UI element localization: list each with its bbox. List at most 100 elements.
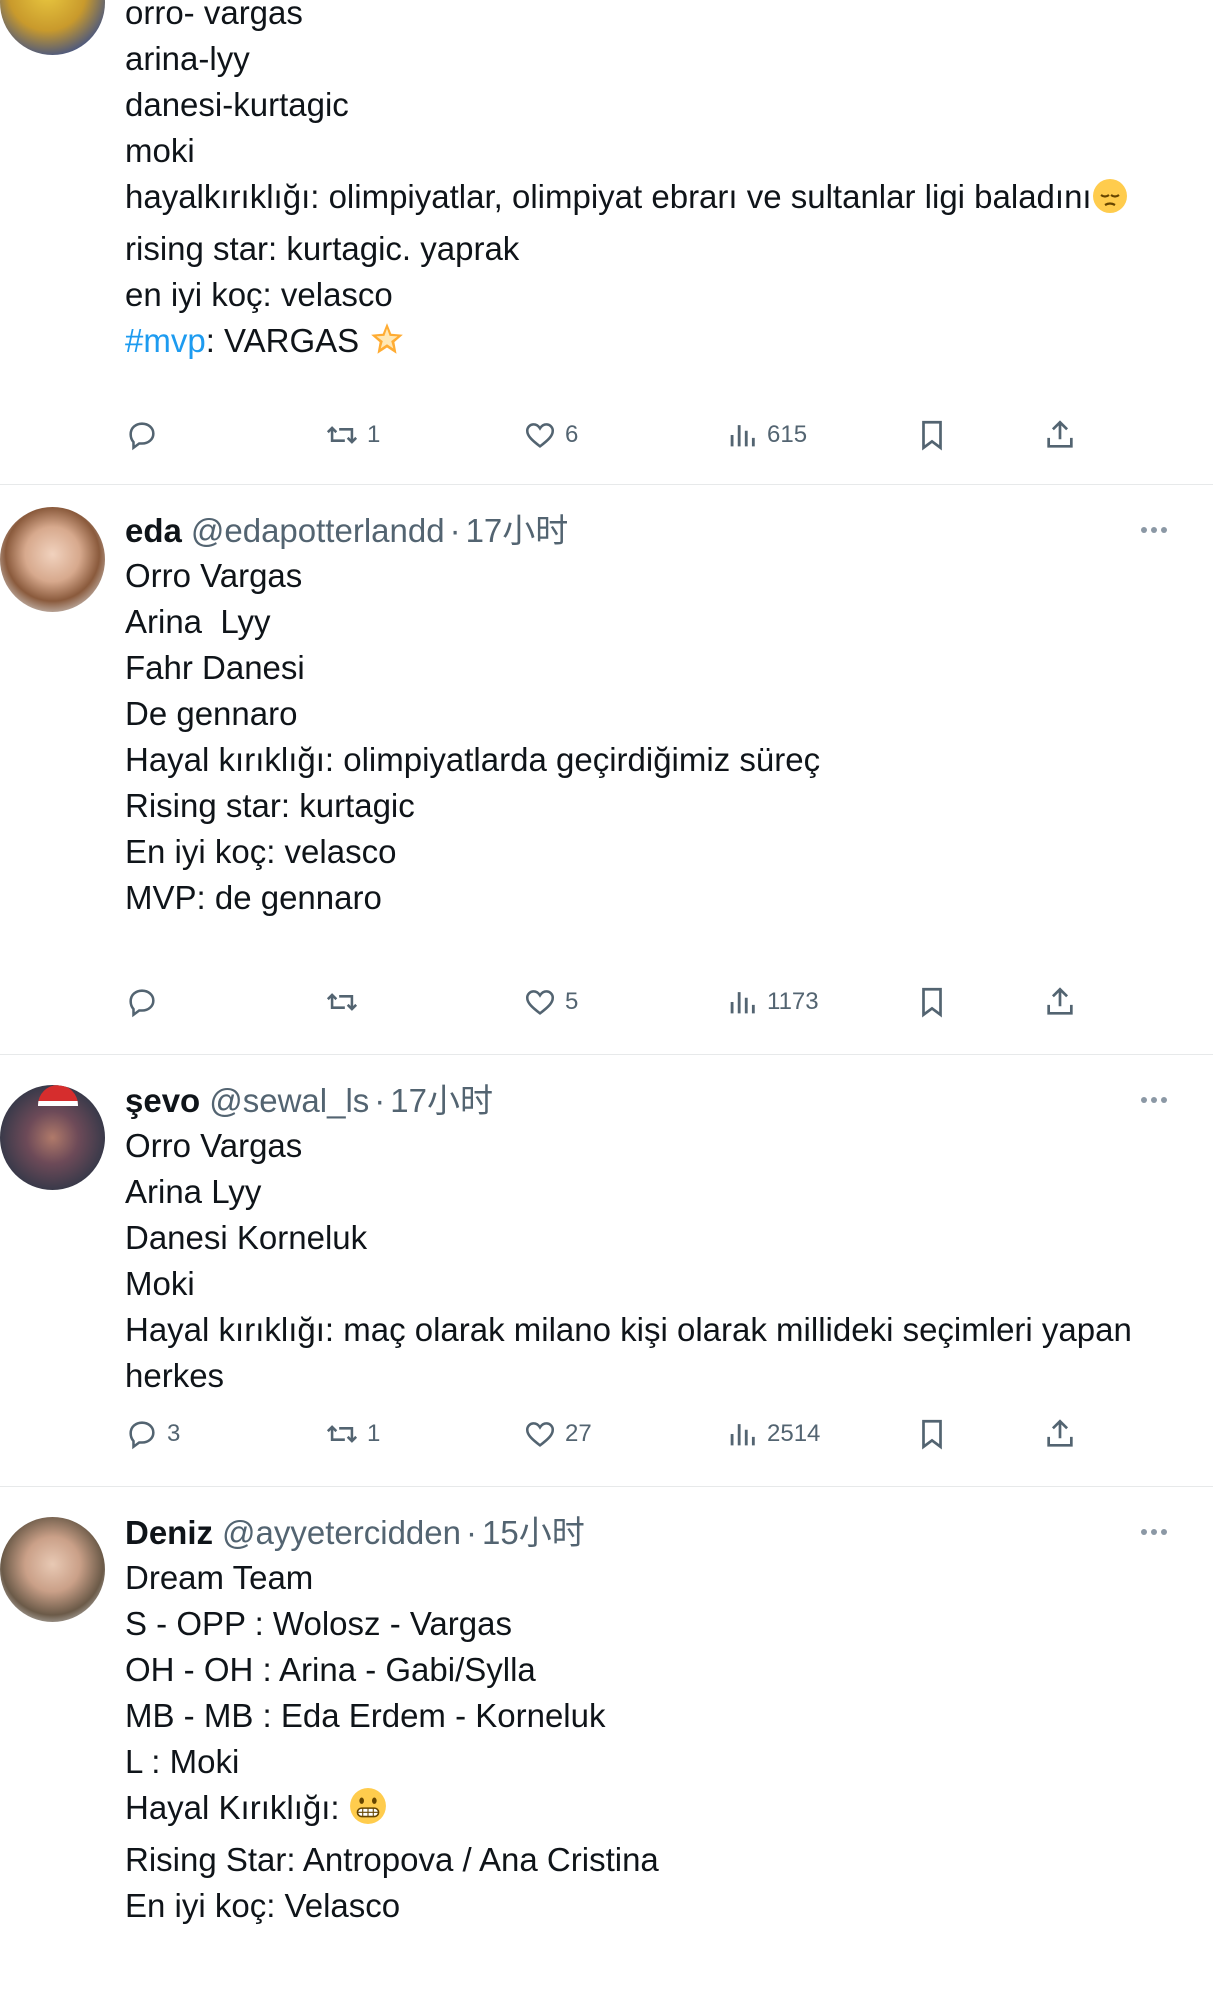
reply-button[interactable]: 3	[125, 1417, 180, 1451]
share-button[interactable]	[1043, 418, 1077, 452]
author-name[interactable]: eda	[125, 509, 182, 553]
tweet-body: Dream Team S - OPP : Wolosz - Vargas OH …	[125, 1555, 1173, 1929]
share-button[interactable]	[1043, 1417, 1077, 1451]
tweet-line: Dream Team	[125, 1559, 314, 1596]
hashtag-link[interactable]: #mvp	[125, 322, 206, 359]
timestamp[interactable]: 17小时	[390, 1079, 493, 1123]
tweet-line: Rising star: kurtagic	[125, 787, 415, 824]
tweet-line: MB - MB : Eda Erdem - Korneluk	[125, 1697, 606, 1734]
share-button[interactable]	[1043, 985, 1077, 1019]
like-count: 5	[565, 988, 579, 1015]
tweet-1[interactable]: orro- vargas arina-lyy danesi-kurtagic m…	[0, 0, 1213, 485]
like-button[interactable]: 5	[523, 985, 578, 1019]
timestamp[interactable]: 17小时	[466, 509, 569, 553]
tweet-line: S - OPP : Wolosz - Vargas	[125, 1605, 512, 1642]
avatar[interactable]	[0, 1517, 105, 1622]
tweet-line: Hayal kırıklığı: olimpiyatlarda geçirdiğ…	[125, 741, 821, 778]
tweet-line: Moki	[125, 1265, 195, 1302]
tweet-line: herkes	[125, 1357, 225, 1394]
bookmark-icon	[922, 420, 942, 451]
views-button[interactable]: 1173	[725, 985, 819, 1019]
bookmark-button[interactable]	[915, 418, 949, 452]
pensive-face-emoji-icon	[1092, 178, 1128, 226]
tweet-4[interactable]: Deniz @ayyetercidden · 15小时 Dream Team S…	[0, 1487, 1213, 1992]
author-name[interactable]: şevo	[125, 1079, 200, 1123]
retweet-button[interactable]: 1	[325, 418, 380, 452]
avatar[interactable]	[0, 1085, 105, 1190]
tweet-line: Orro Vargas	[125, 1127, 303, 1164]
tweet-line: L : Moki	[125, 1743, 240, 1780]
retweet-button[interactable]	[325, 985, 367, 1019]
views-button[interactable]: 615	[725, 418, 807, 452]
tweet-line: Rising Star: Antropova / Ana Cristina	[125, 1841, 659, 1878]
like-count: 27	[565, 1420, 592, 1447]
tweet-line: arina-lyy	[125, 40, 250, 77]
tweet-body: orro- vargas arina-lyy danesi-kurtagic m…	[125, 0, 1173, 370]
avatar[interactable]	[0, 0, 105, 55]
santa-hat-icon	[38, 1085, 78, 1106]
glowing-star-emoji-icon	[368, 320, 406, 370]
more-dots-icon[interactable]	[1141, 525, 1173, 535]
reply-icon	[129, 1421, 155, 1450]
reply-icon	[129, 989, 155, 1018]
reply-button[interactable]	[125, 985, 167, 1019]
tweet-header: şevo @sewal_ls · 17小时	[125, 1079, 1173, 1123]
views-chart-icon	[730, 992, 755, 1014]
tweet-line: en iyi koç: velasco	[125, 276, 393, 313]
more-dots-icon[interactable]	[1141, 1527, 1173, 1537]
tweet-line: moki	[125, 132, 195, 169]
reply-button[interactable]	[125, 418, 167, 452]
tweet-line: hayalkırıklığı: olimpiyatlar, olimpiyat …	[125, 174, 1173, 226]
like-button[interactable]: 27	[523, 1417, 592, 1451]
tweet-line: rising star: kurtagic. yaprak	[125, 230, 520, 267]
grimacing-face-emoji-icon	[349, 1787, 387, 1837]
share-icon	[1047, 987, 1073, 1015]
tweet-line: Fahr Danesi	[125, 649, 305, 686]
like-button[interactable]: 6	[523, 418, 578, 452]
tweet-header: eda @edapotterlandd · 17小时	[125, 509, 1173, 553]
share-icon	[1047, 420, 1073, 448]
separator-dot: ·	[374, 1082, 386, 1119]
author-handle[interactable]: @ayyetercidden	[222, 1511, 461, 1555]
tweet-line: Orro Vargas	[125, 557, 303, 594]
bookmark-icon	[922, 1419, 942, 1450]
reply-icon	[129, 422, 155, 451]
bookmark-button[interactable]	[915, 1417, 949, 1451]
tweet-body: Orro Vargas Arina Lyy Danesi Korneluk Mo…	[125, 1123, 1173, 1399]
tweet-line: #mvp: VARGAS	[125, 318, 1173, 370]
views-button[interactable]: 2514	[725, 1417, 820, 1451]
views-chart-icon	[730, 1424, 755, 1446]
tweet-3[interactable]: şevo @sewal_ls · 17小时 Orro Vargas Arina …	[0, 1055, 1213, 1487]
timestamp[interactable]: 15小时	[482, 1511, 585, 1555]
tweet-line: danesi-kurtagic	[125, 86, 349, 123]
heart-icon	[525, 990, 555, 1015]
tweet-2[interactable]: eda @edapotterlandd · 17小时 Orro Vargas A…	[0, 485, 1213, 1055]
bookmark-icon	[922, 987, 942, 1018]
views-count: 615	[767, 421, 808, 448]
tweet-header: Deniz @ayyetercidden · 15小时	[125, 1511, 1173, 1555]
bookmark-button[interactable]	[915, 985, 949, 1019]
tweet-line: Hayal Kırıklığı:	[125, 1785, 1173, 1837]
tweet-line: orro- vargas	[125, 0, 303, 31]
more-dots-icon[interactable]	[1141, 1095, 1173, 1105]
retweet-count: 1	[367, 1420, 381, 1447]
retweet-icon	[326, 426, 358, 444]
separator-dot: ·	[449, 512, 461, 549]
retweet-count: 1	[367, 421, 381, 448]
tweet-line: De gennaro	[125, 695, 298, 732]
retweet-icon	[326, 993, 358, 1011]
heart-icon	[525, 423, 555, 448]
tweet-line: OH - OH : Arina - Gabi/Sylla	[125, 1651, 536, 1688]
heart-icon	[525, 1422, 555, 1447]
tweet-line: Arina Lyy	[125, 603, 271, 640]
author-name[interactable]: Deniz	[125, 1511, 213, 1555]
separator-dot: ·	[465, 1514, 477, 1551]
action-bar: 3 1 27 2514	[125, 1417, 1095, 1457]
views-count: 2514	[767, 1420, 821, 1447]
retweet-button[interactable]: 1	[325, 1417, 380, 1451]
views-chart-icon	[730, 425, 755, 447]
avatar[interactable]	[0, 507, 105, 612]
author-handle[interactable]: @edapotterlandd	[191, 509, 445, 553]
author-handle[interactable]: @sewal_ls	[209, 1079, 369, 1123]
tweet-line: Arina Lyy	[125, 1173, 262, 1210]
